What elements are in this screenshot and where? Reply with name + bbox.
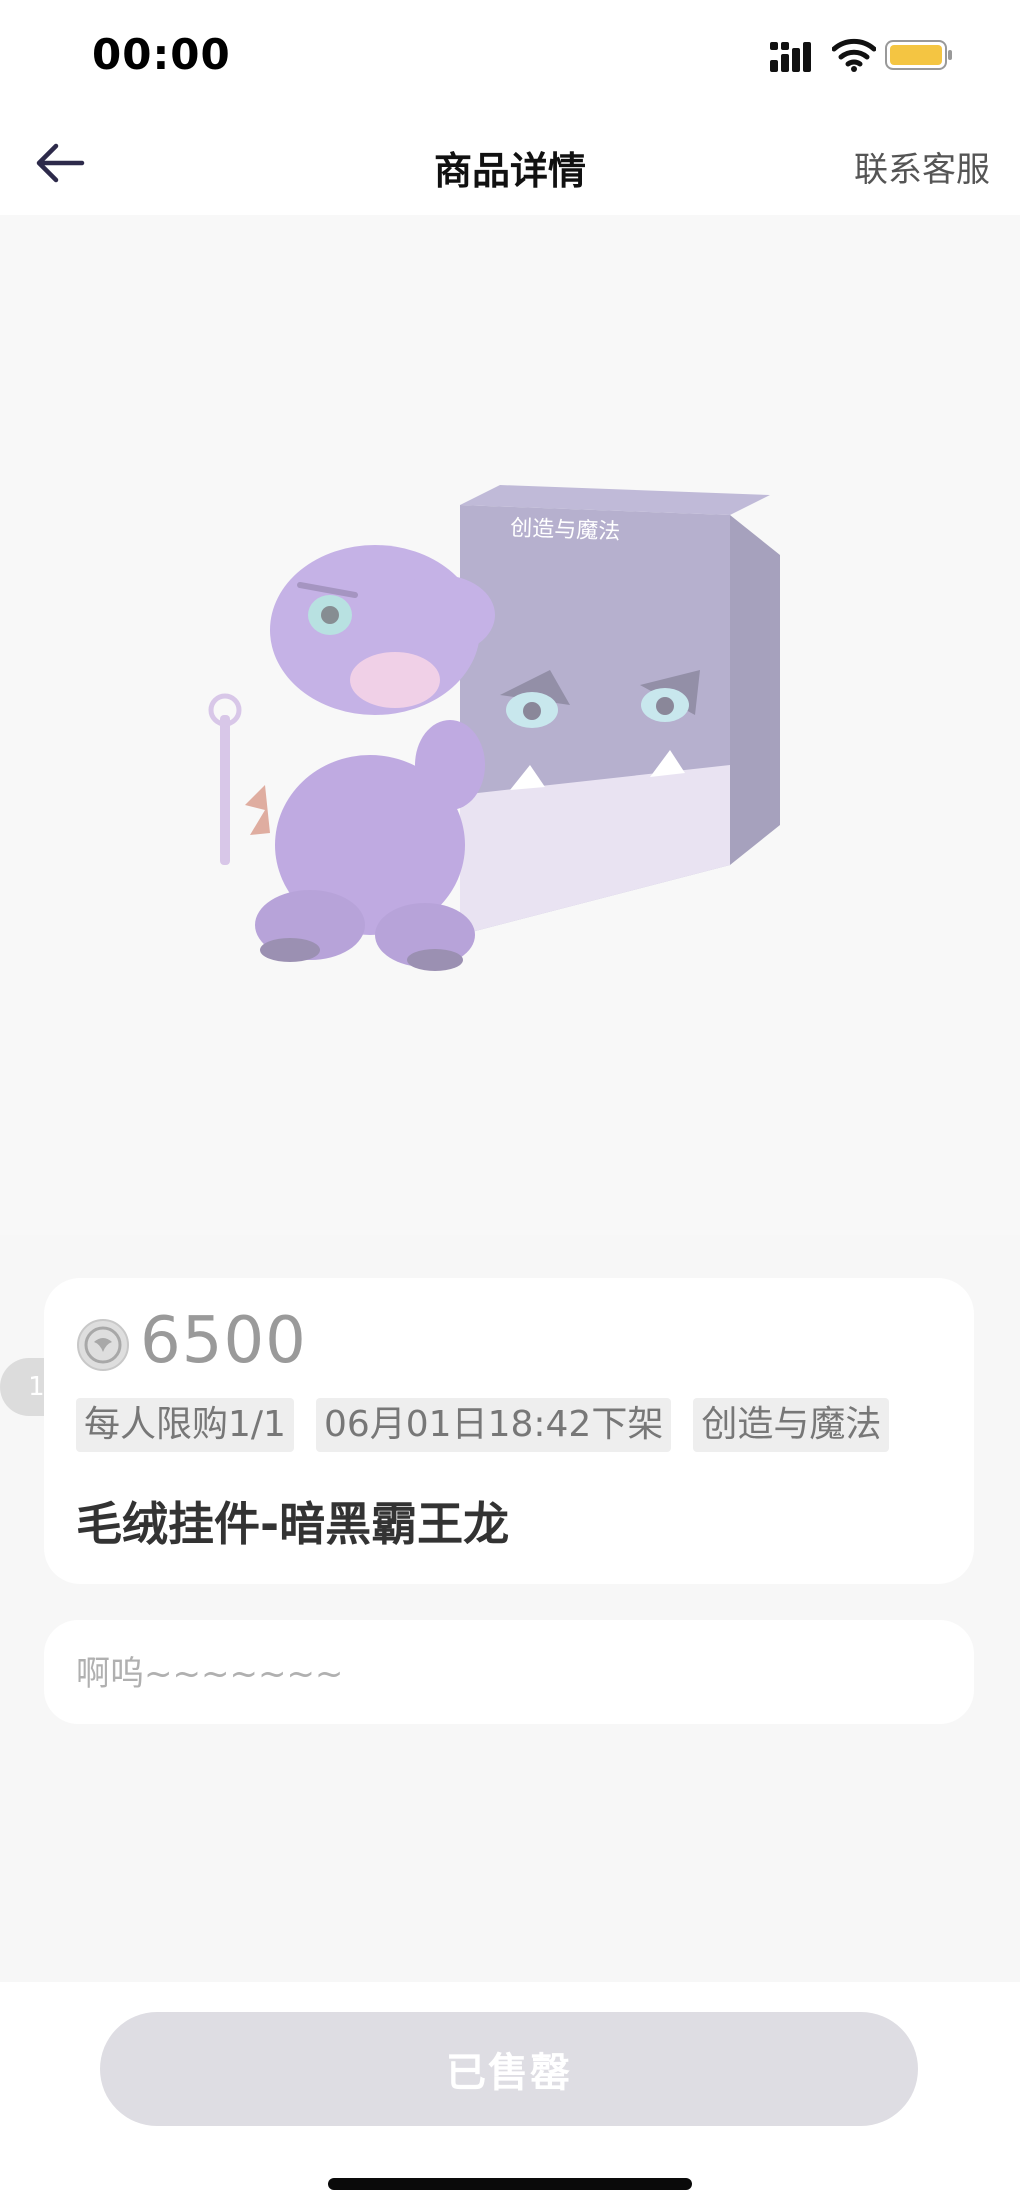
tag-list: 每人限购1/1 06月01日18:42下架 创造与魔法 [76,1398,890,1452]
description-card: 啊呜~~~~~~~ [44,1620,974,1724]
tag-delist-time: 06月01日18:42下架 [315,1398,672,1452]
contact-service-link[interactable]: 联系客服 [854,142,990,191]
product-name: 毛绒挂件-暗黑霸王龙 [76,1497,510,1551]
sold-out-button[interactable]: 已售罄 [100,2012,918,2126]
product-detail-screen: 00:00 商品详情 联系客服 创造与魔法 6500 每人限购1/1 06月01… [0,0,1020,2207]
description-text: 啊呜~~~~~~~ [76,1654,344,1694]
home-indicator [328,2178,692,2190]
price: 6500 [140,1304,307,1378]
product-image: 创造与魔法 [208,485,780,971]
product-image-gallery[interactable]: 创造与魔法 1/1 [0,215,1020,1416]
status-bar: 00:00 [0,0,1020,110]
tag-purchase-limit: 每人限购1/1 [76,1398,294,1452]
product-info-card: 6500 每人限购1/1 06月01日18:42下架 创造与魔法 毛绒挂件-暗黑… [44,1278,974,1584]
tag-game: 创造与魔法 [693,1398,890,1452]
navigation-bar: 商品详情 联系客服 [0,110,1020,215]
status-time: 00:00 [92,30,231,79]
bottom-action-bar: 已售罄 [0,1982,1020,2207]
wifi-icon [832,38,876,72]
svg-text:创造与魔法: 创造与魔法 [510,516,621,545]
battery-icon [885,40,952,70]
signal-icon [770,42,811,72]
coin-icon [77,1319,129,1371]
